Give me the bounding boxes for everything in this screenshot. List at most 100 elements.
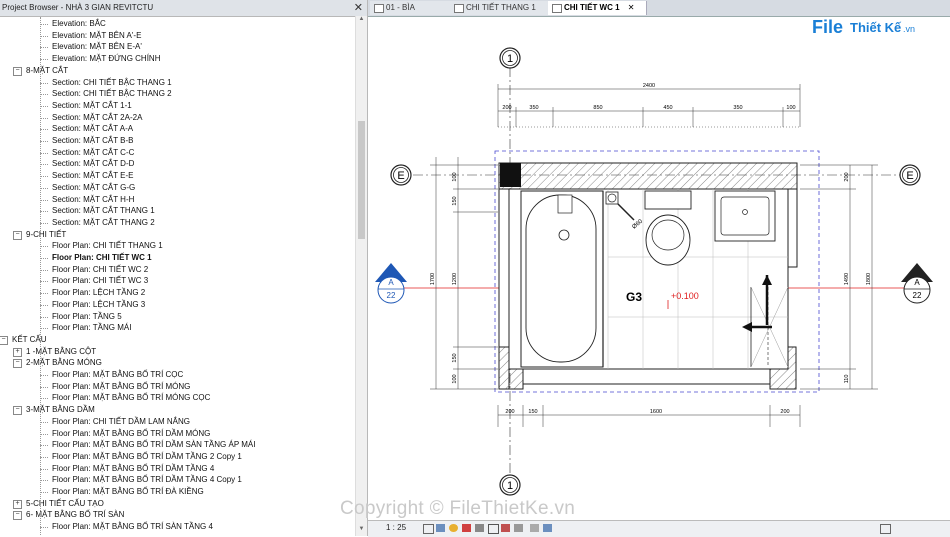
detail-level-icon[interactable]: [423, 524, 434, 534]
show-crop-region-icon[interactable]: [488, 524, 499, 534]
tree-item[interactable]: Floor Plan: MẶT BẰNG BỐ TRÍ DẦM TẦNG 4: [52, 463, 214, 475]
worksharing-icon[interactable]: [880, 524, 891, 534]
tree-item[interactable]: Section: MẶT CẮT B-B: [52, 135, 134, 147]
scroll-up-arrow-icon[interactable]: ▲: [356, 16, 367, 26]
floor-plan-drawing: 1 1 E E A 22 A 22 Ø60 G3 +0.100 2400 200…: [375, 47, 933, 496]
grid-bubble-right[interactable]: E: [899, 164, 921, 186]
tree-item[interactable]: Section: MẶT CẮT THANG 1: [52, 205, 155, 217]
grid-bubble-left[interactable]: E: [390, 164, 412, 186]
crop-view-icon[interactable]: [475, 524, 484, 532]
vertical-scrollbar[interactable]: ▲ ▼: [355, 16, 367, 536]
tree-item[interactable]: Section: MẶT CẮT 2A-2A: [52, 112, 142, 124]
expand-icon[interactable]: +: [13, 499, 22, 509]
tab-chi-tiet-wc-1[interactable]: CHI TIẾT WC 1 ✕: [548, 1, 647, 15]
toilet[interactable]: [644, 190, 692, 266]
dimension-text: 200: [502, 105, 511, 111]
tree-item[interactable]: Elevation: MẶT BÊN A'-E: [52, 30, 141, 42]
temporary-hide-icon[interactable]: [501, 524, 510, 532]
tree-item[interactable]: Floor Plan: MẶT BẰNG BỐ TRÍ CỌC: [52, 369, 183, 381]
tree-item[interactable]: Floor Plan: MẶT BẰNG BỐ TRÍ ĐÀ KIỀNG: [52, 486, 204, 498]
close-icon[interactable]: ✕: [628, 3, 635, 12]
tree-item[interactable]: Floor Plan: LỆCH TẦNG 3: [52, 299, 145, 311]
tree-item[interactable]: Floor Plan: MẶT BẰNG BỐ TRÍ DẦM TẦNG 2 C…: [52, 451, 242, 463]
grid-bubble-top[interactable]: 1: [499, 47, 521, 69]
tree-item[interactable]: Elevation: MẶT BÊN E-A': [52, 41, 142, 53]
tree-item[interactable]: Floor Plan: CHI TIẾT WC 3: [52, 275, 148, 287]
tree-item[interactable]: Section: MẶT CẮT C-C: [52, 147, 134, 159]
collapse-icon[interactable]: −: [13, 66, 22, 76]
column: [500, 163, 521, 187]
tree-connector: [40, 304, 48, 306]
tree-item[interactable]: Section: MẶT CẮT D-D: [52, 158, 134, 170]
tree-item[interactable]: 1 -MẶT BẰNG CỘT: [26, 346, 96, 358]
tree-item[interactable]: 3-MẶT BẰNG DẦM: [26, 404, 95, 416]
tree-connector: [40, 527, 48, 529]
collapse-icon[interactable]: −: [13, 359, 22, 369]
tree-item[interactable]: Floor Plan: CHI TIẾT DẦM LAM NẮNG: [52, 416, 190, 428]
tab-chi-tiet-thang-1[interactable]: CHI TIẾT THANG 1: [450, 1, 553, 15]
tree-item[interactable]: Section: MẶT CẮT 1-1: [52, 100, 132, 112]
tree-item[interactable]: 2-MẶT BẰNG MÓNG: [26, 357, 102, 369]
tree-item[interactable]: Section: MẶT CẮT A-A: [52, 123, 133, 135]
scroll-down-arrow-icon[interactable]: ▼: [356, 526, 367, 536]
tree-connector: [40, 328, 48, 330]
collapse-icon[interactable]: −: [13, 511, 22, 521]
tree-item[interactable]: Floor Plan: TẦNG 5: [52, 311, 122, 323]
tree-item[interactable]: Floor Plan: MẶT BẰNG BỐ TRÍ DẦM TẦNG 4 C…: [52, 474, 242, 486]
tree-connector: [40, 117, 48, 119]
visual-style-icon[interactable]: [436, 524, 445, 532]
tree-item[interactable]: KẾT CẤU: [12, 334, 47, 346]
tree-item[interactable]: Section: MẶT CẮT THANG 2: [52, 217, 155, 229]
tree-item[interactable]: Floor Plan: MẶT BẰNG BỐ TRÍ DẦM MÓNG: [52, 428, 210, 440]
highlight-displacement-icon[interactable]: [543, 524, 552, 532]
tree-item[interactable]: Section: CHI TIẾT BẬC THANG 1: [52, 77, 172, 89]
tree-item[interactable]: 5-CHI TIẾT CẤU TẠO: [26, 498, 104, 510]
tab-bia[interactable]: 01 - BÌA: [370, 1, 453, 15]
section-marker-left[interactable]: A 22: [375, 263, 407, 304]
sun-path-icon[interactable]: [449, 524, 458, 532]
tree-item[interactable]: 9-CHI TIẾT: [26, 229, 66, 241]
collapse-icon[interactable]: −: [13, 230, 22, 240]
tree-item[interactable]: Section: CHI TIẾT BẬC THANG 2: [52, 88, 172, 100]
collapse-icon[interactable]: −: [0, 335, 8, 345]
view-scale[interactable]: 1 : 25: [386, 523, 406, 532]
svg-text:.vn: .vn: [903, 24, 915, 34]
drawing-canvas[interactable]: 1 1 E E A 22 A 22 Ø60 G3 +0.100 2400 200…: [368, 17, 950, 520]
tree-item[interactable]: Section: MẶT CẮT G-G: [52, 182, 135, 194]
dimension-text: 200: [844, 172, 850, 181]
bathtub[interactable]: [520, 190, 604, 368]
tree-item[interactable]: Floor Plan: CHI TIẾT WC 1: [52, 252, 152, 264]
left-dimensions: [430, 157, 498, 390]
scroll-thumb[interactable]: [358, 121, 365, 239]
tree-item[interactable]: Floor Plan: MẶT BẰNG BỐ TRÍ MÓNG: [52, 381, 190, 393]
tree-item[interactable]: Floor Plan: CHI TIẾT THANG 1: [52, 240, 163, 252]
svg-text:Thiết Kế: Thiết Kế: [850, 20, 902, 35]
level-tag[interactable]: +0.100: [671, 291, 699, 301]
tree-item[interactable]: Elevation: BẮC: [52, 18, 106, 30]
section-marker-right[interactable]: A 22: [901, 263, 933, 304]
floor-plan-icon: [552, 4, 562, 13]
collapse-icon[interactable]: −: [13, 406, 22, 416]
reveal-hidden-icon[interactable]: [514, 524, 523, 532]
tree-item[interactable]: Section: MẶT CẮT E-E: [52, 170, 134, 182]
shadows-icon[interactable]: [462, 524, 471, 532]
tree-connector: [40, 141, 48, 142]
room-tag[interactable]: G3: [626, 290, 642, 304]
dimension-text: 1200: [452, 273, 458, 285]
tree-item[interactable]: Floor Plan: CHI TIẾT WC 2: [52, 264, 148, 276]
tree-item[interactable]: 8-MẶT CẮT: [26, 65, 68, 77]
analytical-model-icon[interactable]: [530, 524, 539, 532]
grid-bubble-bottom[interactable]: 1: [499, 474, 521, 496]
tree-connector: [40, 82, 48, 84]
washbasin[interactable]: [714, 190, 776, 242]
close-icon[interactable]: ✕: [354, 0, 363, 16]
grid-label: E: [397, 170, 404, 182]
tree-item[interactable]: Floor Plan: MẶT BẰNG BỐ TRÍ DẦM SÀN TẦNG…: [52, 439, 255, 451]
expand-icon[interactable]: +: [13, 347, 22, 357]
tree-item[interactable]: Floor Plan: TẦNG MÁI: [52, 322, 131, 334]
tree-item[interactable]: Floor Plan: LỆCH TẦNG 2: [52, 287, 145, 299]
tree-item[interactable]: Section: MẶT CẮT H-H: [52, 194, 134, 206]
tree-item[interactable]: Floor Plan: MẶT BẰNG BỐ TRÍ MÓNG CỌC: [52, 392, 210, 404]
tree-item[interactable]: Elevation: MẶT ĐỨNG CHÍNH: [52, 53, 160, 65]
tree-item[interactable]: Floor Plan: MẶT BẰNG BỐ TRÍ SÀN TẦNG 4: [52, 521, 213, 533]
